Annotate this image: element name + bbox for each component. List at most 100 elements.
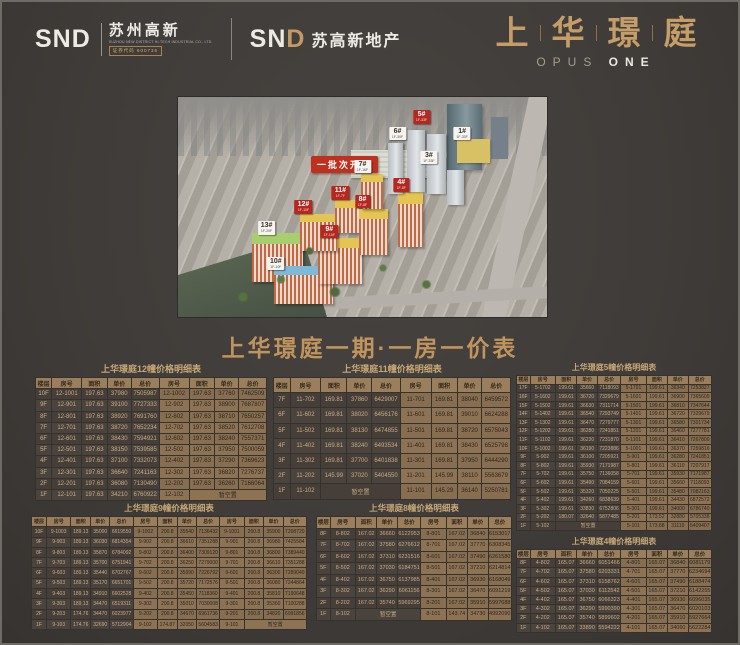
logo2-block: SND 苏高新地产 <box>250 27 402 52</box>
floor-cell: 3F <box>517 504 531 513</box>
price-cell: 35540 <box>177 527 196 537</box>
price-cell: 200.8 <box>157 568 177 578</box>
price-cell: 34060 <box>668 623 688 632</box>
price-cell: 6096035 <box>688 595 711 604</box>
price-cell: 189.13 <box>71 578 91 588</box>
building-label-5: 5#1F-33F <box>413 110 430 124</box>
table-row: 3F5-302199.613383067528065-301199.613400… <box>517 504 712 513</box>
price-cell: 7130490 <box>131 478 159 489</box>
price-cell: 37950 <box>214 445 238 456</box>
price-cell: 9-203 <box>47 609 71 619</box>
price-cell: 37030 <box>377 563 397 575</box>
header-cell: 楼层 <box>517 376 531 385</box>
price-cell: 35910 <box>468 597 488 609</box>
price-cell: 7557371 <box>239 433 267 444</box>
floor-cell: 10F <box>32 527 47 537</box>
price-cell: 5-502 <box>530 487 555 496</box>
price-cell: 7241163 <box>131 467 159 478</box>
price-cell: 12-701 <box>52 422 82 433</box>
price-cell: 38710 <box>214 411 238 422</box>
price-cell: 9-603 <box>47 568 71 578</box>
price-cell: 35990 <box>177 568 196 578</box>
price-cell: 5-902 <box>530 453 555 462</box>
brand-logo: 上华璟庭 OPUS ONE <box>480 14 712 69</box>
price-cell: 9-903 <box>47 537 71 547</box>
table-row: 7F5-702199.613575071360585-701199.613593… <box>517 470 712 479</box>
table-row: 5F5-502199.613532070502255-501199.613548… <box>517 487 712 496</box>
price-cell: 5-1601 <box>621 393 646 402</box>
floor-cell: 8F <box>317 528 331 540</box>
floor-cell: 5F <box>317 563 331 575</box>
price-cell: 12-802 <box>159 411 189 422</box>
price-cell: 165.07 <box>555 577 576 586</box>
price-table-building-9: 上华璟庭9幢价格明细表楼层房号面积单价总价房号面积单价总价房号面积单价总价10F… <box>31 502 307 630</box>
floor-cell: 3F <box>517 605 531 614</box>
price-cell: 38110 <box>457 469 482 484</box>
price-cell: 12-902 <box>159 400 189 411</box>
price-cell: 9-403 <box>47 589 71 599</box>
building-label-10: 10#1F-10F <box>267 257 285 271</box>
header-cell: 房号 <box>133 517 157 527</box>
price-cell: 200.8 <box>244 558 264 568</box>
price-cell: 197.63 <box>189 422 214 433</box>
price-cell: 169.81 <box>431 453 457 468</box>
price-cell: 32690 <box>91 619 110 629</box>
building-label-floors: 1F-16F <box>357 169 368 173</box>
price-cell: 6429007 <box>372 393 400 408</box>
building-label-id: 7# <box>357 161 368 168</box>
price-cell: 9-102 <box>133 619 157 629</box>
header-cell: 面积 <box>71 517 91 527</box>
price-cell: 37580 <box>377 540 397 552</box>
price-cell: 35740 <box>577 614 597 623</box>
building-label-9: 9#1F-10F <box>321 225 338 239</box>
price-table-building-5: 上华璟庭5幢价格明细表楼层房号面积单价总价房号面积单价总价17F5-170219… <box>516 362 712 531</box>
price-cell: 5-1202 <box>530 427 555 436</box>
price-cell: 6081179 <box>688 559 711 568</box>
header-cell: 单价 <box>668 550 688 559</box>
table-row: 7F11-702169.8137860642900711-701169.8138… <box>274 393 511 408</box>
price-cell: 34000 <box>668 504 688 513</box>
floor-cell: 6F <box>274 408 291 423</box>
floor-cell: 1F <box>36 489 52 500</box>
price-cell: 35660 <box>668 479 688 488</box>
poster: SND 苏州高新 SUZHOU NEW DISTRICT HI-TECH IND… <box>0 0 740 645</box>
price-table: 楼层房号面积单价总价房号面积单价总价8F4-802165.07366606051… <box>516 549 712 633</box>
table-row: 16F5-1602199.613672073296795-1601199.613… <box>517 393 712 402</box>
price-cell: 7205921 <box>597 453 620 462</box>
price-cell: 36100 <box>577 453 597 462</box>
price-cell: 200.8 <box>157 547 177 557</box>
table-row: 14F5-1402199.613654072937495-1401199.613… <box>517 410 712 419</box>
price-cell: 199.61 <box>555 384 576 393</box>
floor-cell: 1F <box>517 522 531 531</box>
price-cell: 8-501 <box>421 563 446 575</box>
price-cell: 38900 <box>214 400 238 411</box>
price-cell: 6456176 <box>372 408 400 423</box>
price-cell: 33830 <box>577 504 597 513</box>
building-label-id: 9# <box>324 226 335 233</box>
price-cell: 9-1001 <box>220 527 244 537</box>
price-cell: 11-502 <box>290 423 321 438</box>
price-table: 楼层房号面积单价总价房号面积单价总价10F12-1001197.63379807… <box>35 377 267 501</box>
floor-cell: 9F <box>36 400 52 411</box>
floor-cell: 7F <box>32 558 47 568</box>
price-cell: 199.61 <box>646 461 667 470</box>
floor-cell: 16F <box>517 393 531 402</box>
header-cell: 面积 <box>189 378 214 389</box>
price-cell: 165.07 <box>555 623 576 632</box>
price-cell: 167.02 <box>446 528 467 540</box>
price-cell: 5969295 <box>397 597 420 609</box>
price-cell: 36610 <box>177 537 196 547</box>
price-cell: 5877485 <box>597 513 620 522</box>
price-cell: 7279000 <box>196 558 219 568</box>
price-cell: 167.02 <box>446 551 467 563</box>
table-row: 2F11-202145.9937020540455011-201145.9938… <box>274 469 511 484</box>
price-cell: 197.63 <box>82 467 107 478</box>
price-cell: 4-302 <box>530 605 555 614</box>
price-cell: 暂空置 <box>355 609 420 621</box>
brand-char: 上 <box>496 14 529 52</box>
price-cell: 7207917 <box>688 461 711 470</box>
price-cell: 199.61 <box>646 427 667 436</box>
table-title: 上华璟庭9幢价格明细表 <box>31 502 307 514</box>
price-cell: 6231516 <box>397 551 420 563</box>
table-row: 1F12-101197.6334210676092212-102暂空置 <box>36 489 267 500</box>
